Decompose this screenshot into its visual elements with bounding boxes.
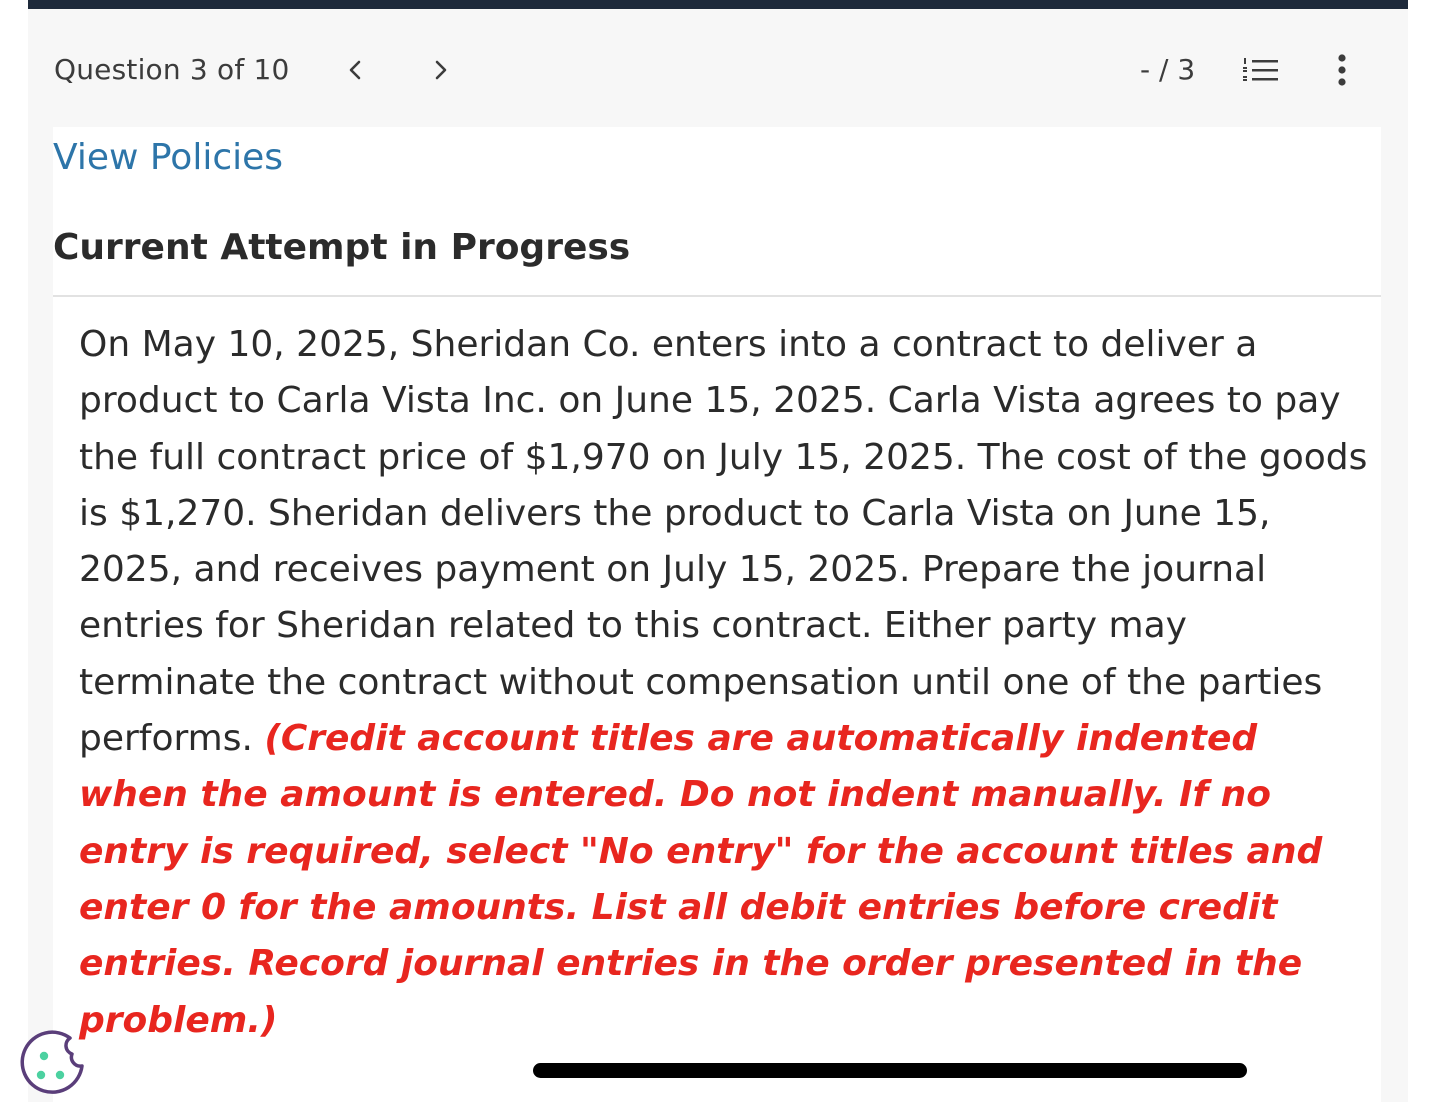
- home-indicator: [533, 1063, 1247, 1078]
- top-bar: [28, 0, 1408, 9]
- more-options-button[interactable]: [1328, 51, 1356, 89]
- chevron-right-icon: [435, 60, 447, 80]
- question-text: On May 10, 2025, Sheridan Co. enters int…: [79, 317, 1369, 1049]
- question-score: - / 3: [1140, 53, 1196, 86]
- cookie-settings-button[interactable]: [20, 1030, 88, 1098]
- question-frame: Question 3 of 10 - / 3 View Policies Cur…: [28, 9, 1408, 1102]
- divider: [53, 295, 1381, 297]
- question-counter: Question 3 of 10: [54, 53, 290, 86]
- more-vertical-icon: [1338, 54, 1346, 86]
- question-content: View Policies Current Attempt in Progres…: [53, 127, 1381, 1102]
- cookie-icon: [20, 1030, 84, 1094]
- chevron-left-icon: [349, 60, 361, 80]
- next-question-button[interactable]: [426, 53, 456, 87]
- numbered-list-icon: [1243, 58, 1278, 81]
- question-statement: On May 10, 2025, Sheridan Co. enters int…: [79, 324, 1368, 760]
- attempt-heading: Current Attempt in Progress: [53, 227, 631, 268]
- question-list-button[interactable]: [1240, 53, 1282, 87]
- question-instructions: (Credit account titles are automatically…: [79, 718, 1323, 1041]
- previous-question-button[interactable]: [340, 53, 370, 87]
- view-policies-link[interactable]: View Policies: [53, 137, 283, 178]
- question-header: Question 3 of 10 - / 3: [28, 9, 1408, 127]
